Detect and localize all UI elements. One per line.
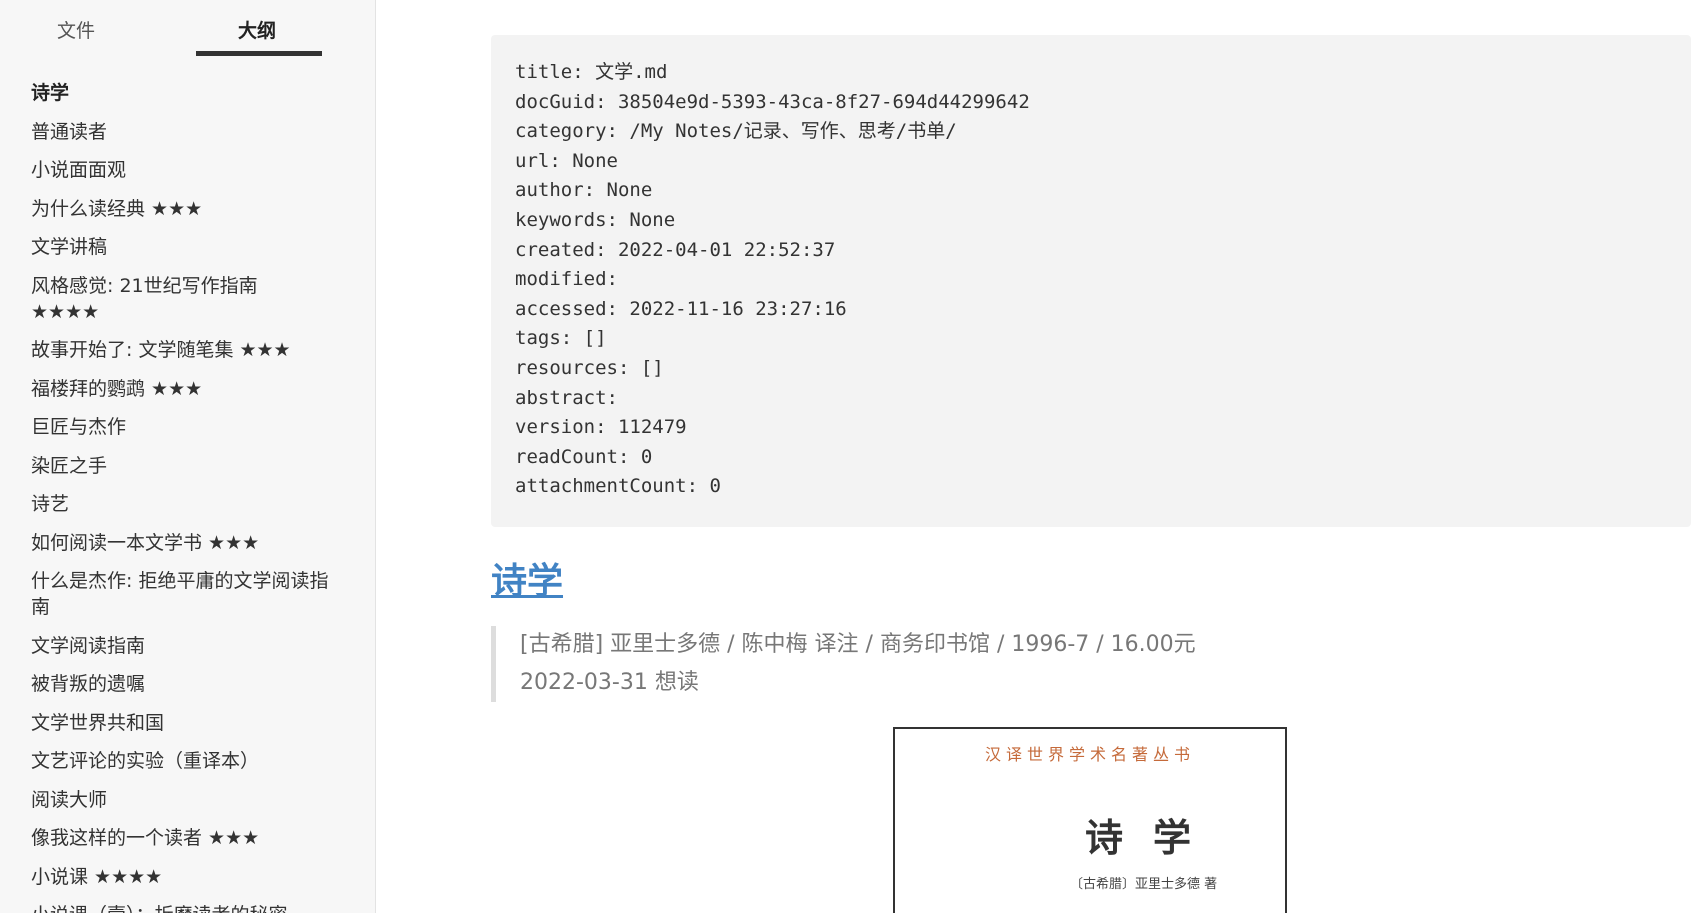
outline-item[interactable]: 染匠之手 [31, 453, 351, 479]
cover-author-text: 〔古希腊〕亚里士多德 著 [1070, 877, 1218, 892]
front-matter-line: created: 2022-04-01 22:52:37 [515, 238, 836, 261]
front-matter-line: modified: [515, 268, 618, 291]
front-matter-line: keywords: None [515, 208, 676, 231]
cover-series-text: 汉译世界学术名著丛书 [984, 745, 1195, 764]
front-matter-line: readCount: 0 [515, 445, 653, 468]
front-matter-block[interactable]: title: 文学.md docGuid: 38504e9d-5393-43ca… [491, 35, 1691, 527]
front-matter-line: attachmentCount: 0 [515, 475, 721, 498]
outline-item[interactable]: 故事开始了: 文学随笔集 ★★★ [31, 337, 351, 363]
outline-item[interactable]: 文学讲稿 [31, 234, 351, 260]
tab-outline[interactable]: 大纲 [238, 16, 276, 43]
outline-item[interactable]: 小说面面观 [31, 157, 351, 183]
book-info-blockquote: [古希腊] 亚里士多德 / 陈中梅 译注 / 商务印书馆 / 1996-7 / … [491, 626, 1420, 702]
outline-item[interactable]: 福楼拜的鹦鹉 ★★★ [31, 376, 351, 402]
outline-item[interactable]: 小说课（壹）：折磨读者的秘密 [31, 902, 351, 913]
front-matter-line: abstract: [515, 386, 618, 409]
outline-item[interactable]: 什么是杰作: 拒绝平庸的文学阅读指南 [31, 568, 341, 620]
heading-link[interactable]: 诗学 [491, 552, 563, 604]
active-tab-indicator [196, 51, 322, 56]
outline-item[interactable]: 小说课 ★★★★ [31, 864, 351, 890]
outline-item-poetics[interactable]: 诗学 [31, 80, 351, 106]
read-status-line: 2022-03-31 想读 [520, 670, 699, 695]
outline-item[interactable]: 像我这样的一个读者 ★★★ [31, 825, 351, 851]
outline-item[interactable]: 如何阅读一本文学书 ★★★ [31, 530, 351, 556]
sidebar-tabs: 文件 大纲 [0, 0, 375, 56]
outline-list: 诗学 普通读者 小说面面观 为什么读经典 ★★★ 文学讲稿 风格感觉: 21世纪… [31, 80, 351, 913]
front-matter-line: accessed: 2022-11-16 23:27:16 [515, 297, 847, 320]
tab-files[interactable]: 文件 [57, 16, 95, 43]
front-matter-line: tags: [] [515, 327, 607, 350]
front-matter-line: docGuid: 38504e9d-5393-43ca-8f27-694d442… [515, 90, 1030, 113]
app-window: 文件 大纲 诗学 普通读者 小说面面观 为什么读经典 ★★★ 文学讲稿 风格感觉… [0, 0, 1708, 913]
outline-item[interactable]: 普通读者 [31, 119, 351, 145]
outline-item[interactable]: 巨匠与杰作 [31, 414, 351, 440]
front-matter-line: version: 112479 [515, 416, 687, 439]
outline-item[interactable]: 风格感觉: 21世纪写作指南 ★★★★ [31, 273, 276, 325]
cover-title-text: 诗学 [1085, 815, 1222, 860]
outline-item[interactable]: 被背叛的遗嘱 [31, 671, 351, 697]
front-matter-line: author: None [515, 179, 653, 202]
outline-item[interactable]: 为什么读经典 ★★★ [31, 196, 351, 222]
outline-item[interactable]: 文艺评论的实验（重译本） [31, 748, 351, 774]
front-matter-line: resources: [] [515, 356, 664, 379]
front-matter-line: url: None [515, 149, 618, 172]
outline-item[interactable]: 阅读大师 [31, 787, 351, 813]
sidebar: 文件 大纲 诗学 普通读者 小说面面观 为什么读经典 ★★★ 文学讲稿 风格感觉… [0, 0, 376, 913]
outline-item[interactable]: 文学世界共和国 [31, 710, 351, 736]
outline-item[interactable]: 文学阅读指南 [31, 633, 351, 659]
book-cover-image[interactable]: 汉译世界学术名著丛书 诗学 〔古希腊〕亚里士多德 著 [893, 727, 1287, 913]
front-matter-line: category: /My Notes/记录、写作、思考/书单/ [515, 120, 957, 143]
outline-item[interactable]: 诗艺 [31, 491, 351, 517]
front-matter-line: title: 文学.md [515, 61, 668, 83]
editor-content: title: 文学.md docGuid: 38504e9d-5393-43ca… [376, 0, 1708, 913]
book-info-line: [古希腊] 亚里士多德 / 陈中梅 译注 / 商务印书馆 / 1996-7 / … [520, 632, 1196, 657]
